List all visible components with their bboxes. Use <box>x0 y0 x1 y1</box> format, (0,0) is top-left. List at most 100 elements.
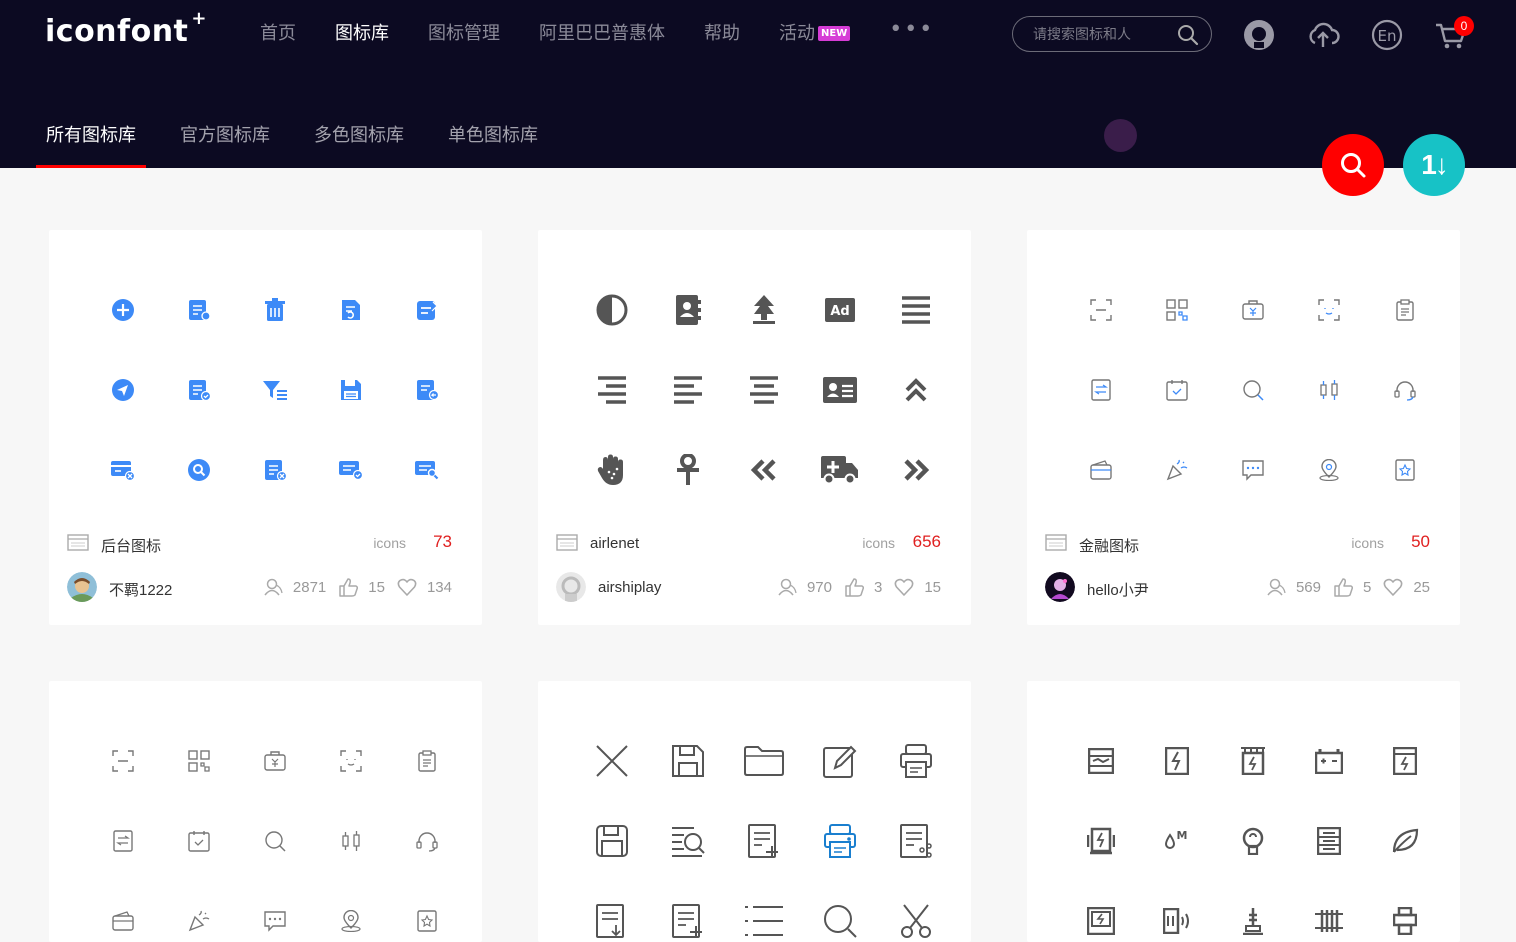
icon-library-card[interactable] <box>49 681 482 942</box>
save-alt-icon <box>596 825 628 857</box>
author-name[interactable]: airshiplay <box>598 579 661 596</box>
nav-activity[interactable]: 活动 NEW <box>779 22 851 46</box>
decorative-dot <box>1104 119 1137 152</box>
language-en-icon[interactable]: En <box>1370 18 1404 52</box>
search-icon <box>1243 380 1264 401</box>
document-check-icon <box>189 380 211 402</box>
upload-cloud-icon[interactable] <box>1306 18 1340 52</box>
folder-icon <box>744 746 784 776</box>
library-icon <box>556 534 578 551</box>
wallet-icon <box>1090 460 1112 480</box>
favorite-count: 134 <box>426 578 452 596</box>
icons-count: 50 <box>1411 532 1430 551</box>
pump-icon <box>1393 907 1417 935</box>
message-search-icon <box>415 461 439 480</box>
icon-preview-grid <box>1063 270 1443 510</box>
favorite-icon[interactable] <box>894 577 914 597</box>
display-power-icon <box>1087 907 1115 935</box>
top-header: iconfont + 首页 图标库 图标管理 阿里巴巴普惠体 帮助 活动 NEW •… <box>0 0 1516 168</box>
svg-text:M: M <box>1177 829 1188 842</box>
library-author: airshiplay 970 3 15 <box>556 572 941 604</box>
search-outline-icon <box>824 905 857 938</box>
github-icon[interactable] <box>1242 18 1276 52</box>
cart-count-badge: 0 <box>1454 16 1474 36</box>
main-nav: 首页 图标库 图标管理 阿里巴巴普惠体 帮助 活动 NEW ••• <box>260 18 973 46</box>
nav-more-button[interactable]: ••• <box>889 18 934 42</box>
align-left-icon <box>674 376 702 404</box>
icon-library-card[interactable]: Ad airlenet icons 656 airshiplay 970 3 1… <box>538 230 971 625</box>
favorite-icon[interactable] <box>1383 577 1403 597</box>
tab-official-libraries[interactable]: 官方图标库 <box>180 124 270 168</box>
ambulance-icon <box>821 456 858 485</box>
hand-stop-icon <box>597 454 623 485</box>
library-name[interactable]: 后台图标 <box>101 535 161 556</box>
floating-search-button[interactable] <box>1322 134 1384 196</box>
avatar[interactable] <box>1045 572 1075 602</box>
candlestick-icon <box>342 831 360 851</box>
library-name[interactable]: airlenet <box>590 535 639 552</box>
tree-upload-icon <box>753 295 775 324</box>
document-remove-icon <box>265 460 287 482</box>
favorite-icon[interactable] <box>397 577 417 597</box>
search-input[interactable] <box>1033 25 1173 45</box>
align-justify-icon <box>902 296 930 324</box>
like-icon[interactable] <box>844 577 864 597</box>
monitor-chart-icon <box>1088 748 1114 774</box>
chevrons-up-icon <box>905 378 927 402</box>
visitor-count: 970 <box>806 578 832 596</box>
clipboard-icon <box>1396 299 1414 321</box>
edit-note-icon <box>823 745 857 778</box>
wallet-icon <box>112 911 134 931</box>
visitors-icon <box>1267 578 1286 596</box>
printer-icon <box>900 744 932 778</box>
library-tabs: 所有图标库 官方图标库 多色图标库 单色图标库 <box>36 124 582 168</box>
nav-home[interactable]: 首页 <box>260 22 296 46</box>
bookmark-star-icon <box>417 910 437 932</box>
align-right-icon <box>598 376 626 404</box>
battery-icon <box>1315 749 1343 774</box>
icon-preview-grid <box>574 721 954 942</box>
card-remove-icon <box>111 461 136 482</box>
location-pin-icon <box>341 910 361 932</box>
nav-help[interactable]: 帮助 <box>704 22 740 46</box>
icon-library-card[interactable]: 金融图标 icons 50 hello小尹 569 5 25 <box>1027 230 1460 625</box>
send-circle-icon <box>112 379 134 401</box>
clipboard-icon <box>418 750 436 772</box>
document-back-icon <box>417 380 439 401</box>
power-station-icon <box>1087 827 1115 855</box>
tab-monochrome-libraries[interactable]: 单色图标库 <box>448 124 538 168</box>
like-icon[interactable] <box>1333 577 1353 597</box>
tab-all-libraries[interactable]: 所有图标库 <box>36 124 146 168</box>
nav-icon-library[interactable]: 图标库 <box>335 22 389 46</box>
headset-icon <box>416 832 438 852</box>
library-author: hello小尹 569 5 25 <box>1045 572 1430 604</box>
icons-label: icons <box>1351 535 1384 551</box>
search-circle-icon <box>188 459 210 481</box>
avatar[interactable] <box>67 572 97 602</box>
icon-library-card[interactable]: M <box>1027 681 1460 942</box>
avatar[interactable] <box>556 572 586 602</box>
double-chevron-right-icon <box>904 459 930 481</box>
wallet-yen-icon <box>264 751 286 771</box>
library-stats: 2871 15 134 <box>263 577 452 597</box>
author-name[interactable]: hello小尹 <box>1087 579 1149 600</box>
library-name[interactable]: 金融图标 <box>1079 535 1139 556</box>
party-popper-icon <box>1166 459 1188 481</box>
author-name[interactable]: 不羁1222 <box>109 579 172 600</box>
tab-multicolor-libraries[interactable]: 多色图标库 <box>314 124 404 168</box>
calendar-check-icon <box>1166 380 1188 401</box>
icons-label: icons <box>862 535 895 551</box>
library-stats: 970 3 15 <box>777 577 941 597</box>
icon-library-card[interactable] <box>538 681 971 942</box>
icon-preview-grid <box>85 270 465 510</box>
icon-library-card[interactable]: 后台图标 icons 73 不羁1222 2871 15 134 <box>49 230 482 625</box>
logo[interactable]: iconfont + <box>45 8 207 49</box>
search-icon[interactable] <box>1177 24 1199 46</box>
nav-alibaba-font[interactable]: 阿里巴巴普惠体 <box>539 22 665 46</box>
transfer-doc-icon <box>1091 379 1111 401</box>
floating-sort-button[interactable]: 1↓ <box>1403 134 1465 196</box>
nav-icon-management[interactable]: 图标管理 <box>428 22 500 46</box>
qr-code-icon <box>188 750 210 772</box>
like-icon[interactable] <box>338 577 359 597</box>
server-rack-icon <box>1317 827 1341 855</box>
